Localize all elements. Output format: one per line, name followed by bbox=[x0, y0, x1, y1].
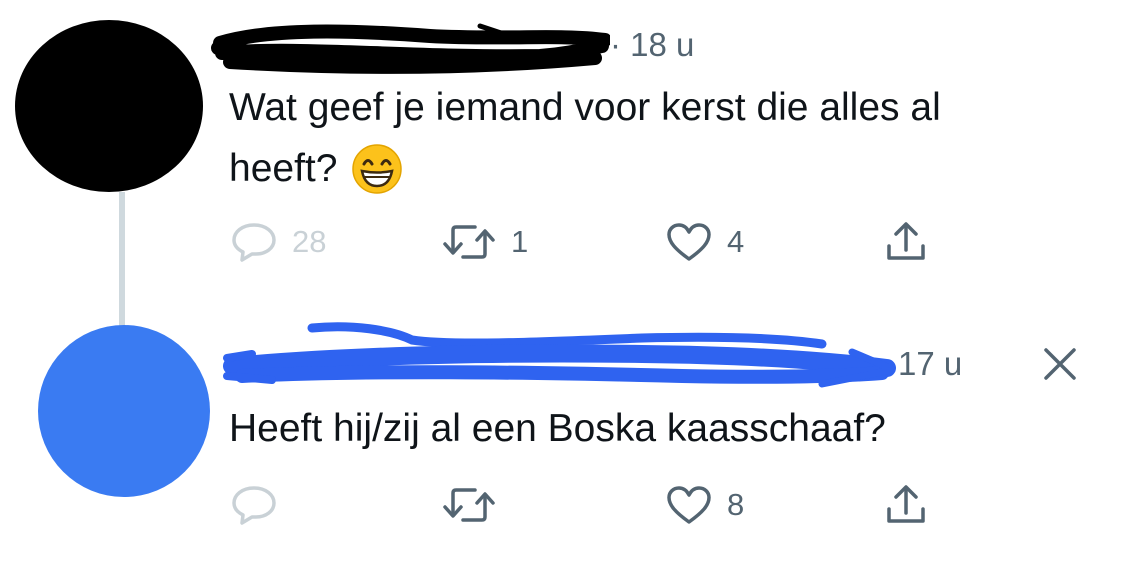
retweet-button[interactable]: 1 bbox=[441, 222, 528, 262]
retweet-icon bbox=[441, 222, 497, 262]
reply-icon bbox=[230, 222, 278, 262]
retweet-button[interactable] bbox=[441, 485, 497, 525]
thread-connector-line bbox=[119, 192, 125, 327]
reply-count: 28 bbox=[292, 224, 327, 259]
heart-icon bbox=[665, 485, 713, 525]
like-button[interactable]: 4 bbox=[665, 222, 744, 262]
tweet-timestamp[interactable]: · 18 u bbox=[610, 26, 694, 64]
heart-icon bbox=[665, 222, 713, 262]
tweet-timestamp[interactable]: 17 u bbox=[898, 345, 962, 383]
close-icon[interactable] bbox=[1040, 344, 1080, 384]
like-count: 8 bbox=[727, 487, 745, 522]
retweet-icon bbox=[441, 485, 497, 525]
share-icon bbox=[884, 483, 928, 527]
retweet-count: 1 bbox=[511, 224, 529, 259]
tweet-text: Wat geef je iemand voor kerst die alles … bbox=[229, 77, 1109, 199]
grinning-emoji-icon bbox=[351, 143, 403, 195]
reply-button[interactable]: 28 bbox=[230, 222, 326, 262]
tweet-text-line-1: Wat geef je iemand voor kerst die alles … bbox=[229, 86, 941, 129]
like-button[interactable]: 8 bbox=[665, 485, 744, 525]
tweet-text-line-2: heeft? bbox=[229, 147, 338, 190]
reply-icon bbox=[230, 485, 278, 525]
reply-button[interactable] bbox=[230, 485, 278, 525]
like-count: 4 bbox=[727, 224, 745, 259]
tweet-text: Heeft hij/zij al een Boska kaasschaaf? bbox=[229, 407, 886, 450]
share-icon bbox=[884, 220, 928, 264]
redacted-author-scribble bbox=[211, 23, 610, 74]
avatar[interactable] bbox=[38, 325, 210, 497]
avatar[interactable] bbox=[15, 20, 203, 192]
share-button[interactable] bbox=[884, 483, 928, 527]
share-button[interactable] bbox=[884, 220, 928, 264]
redacted-author-scribble bbox=[223, 322, 896, 388]
